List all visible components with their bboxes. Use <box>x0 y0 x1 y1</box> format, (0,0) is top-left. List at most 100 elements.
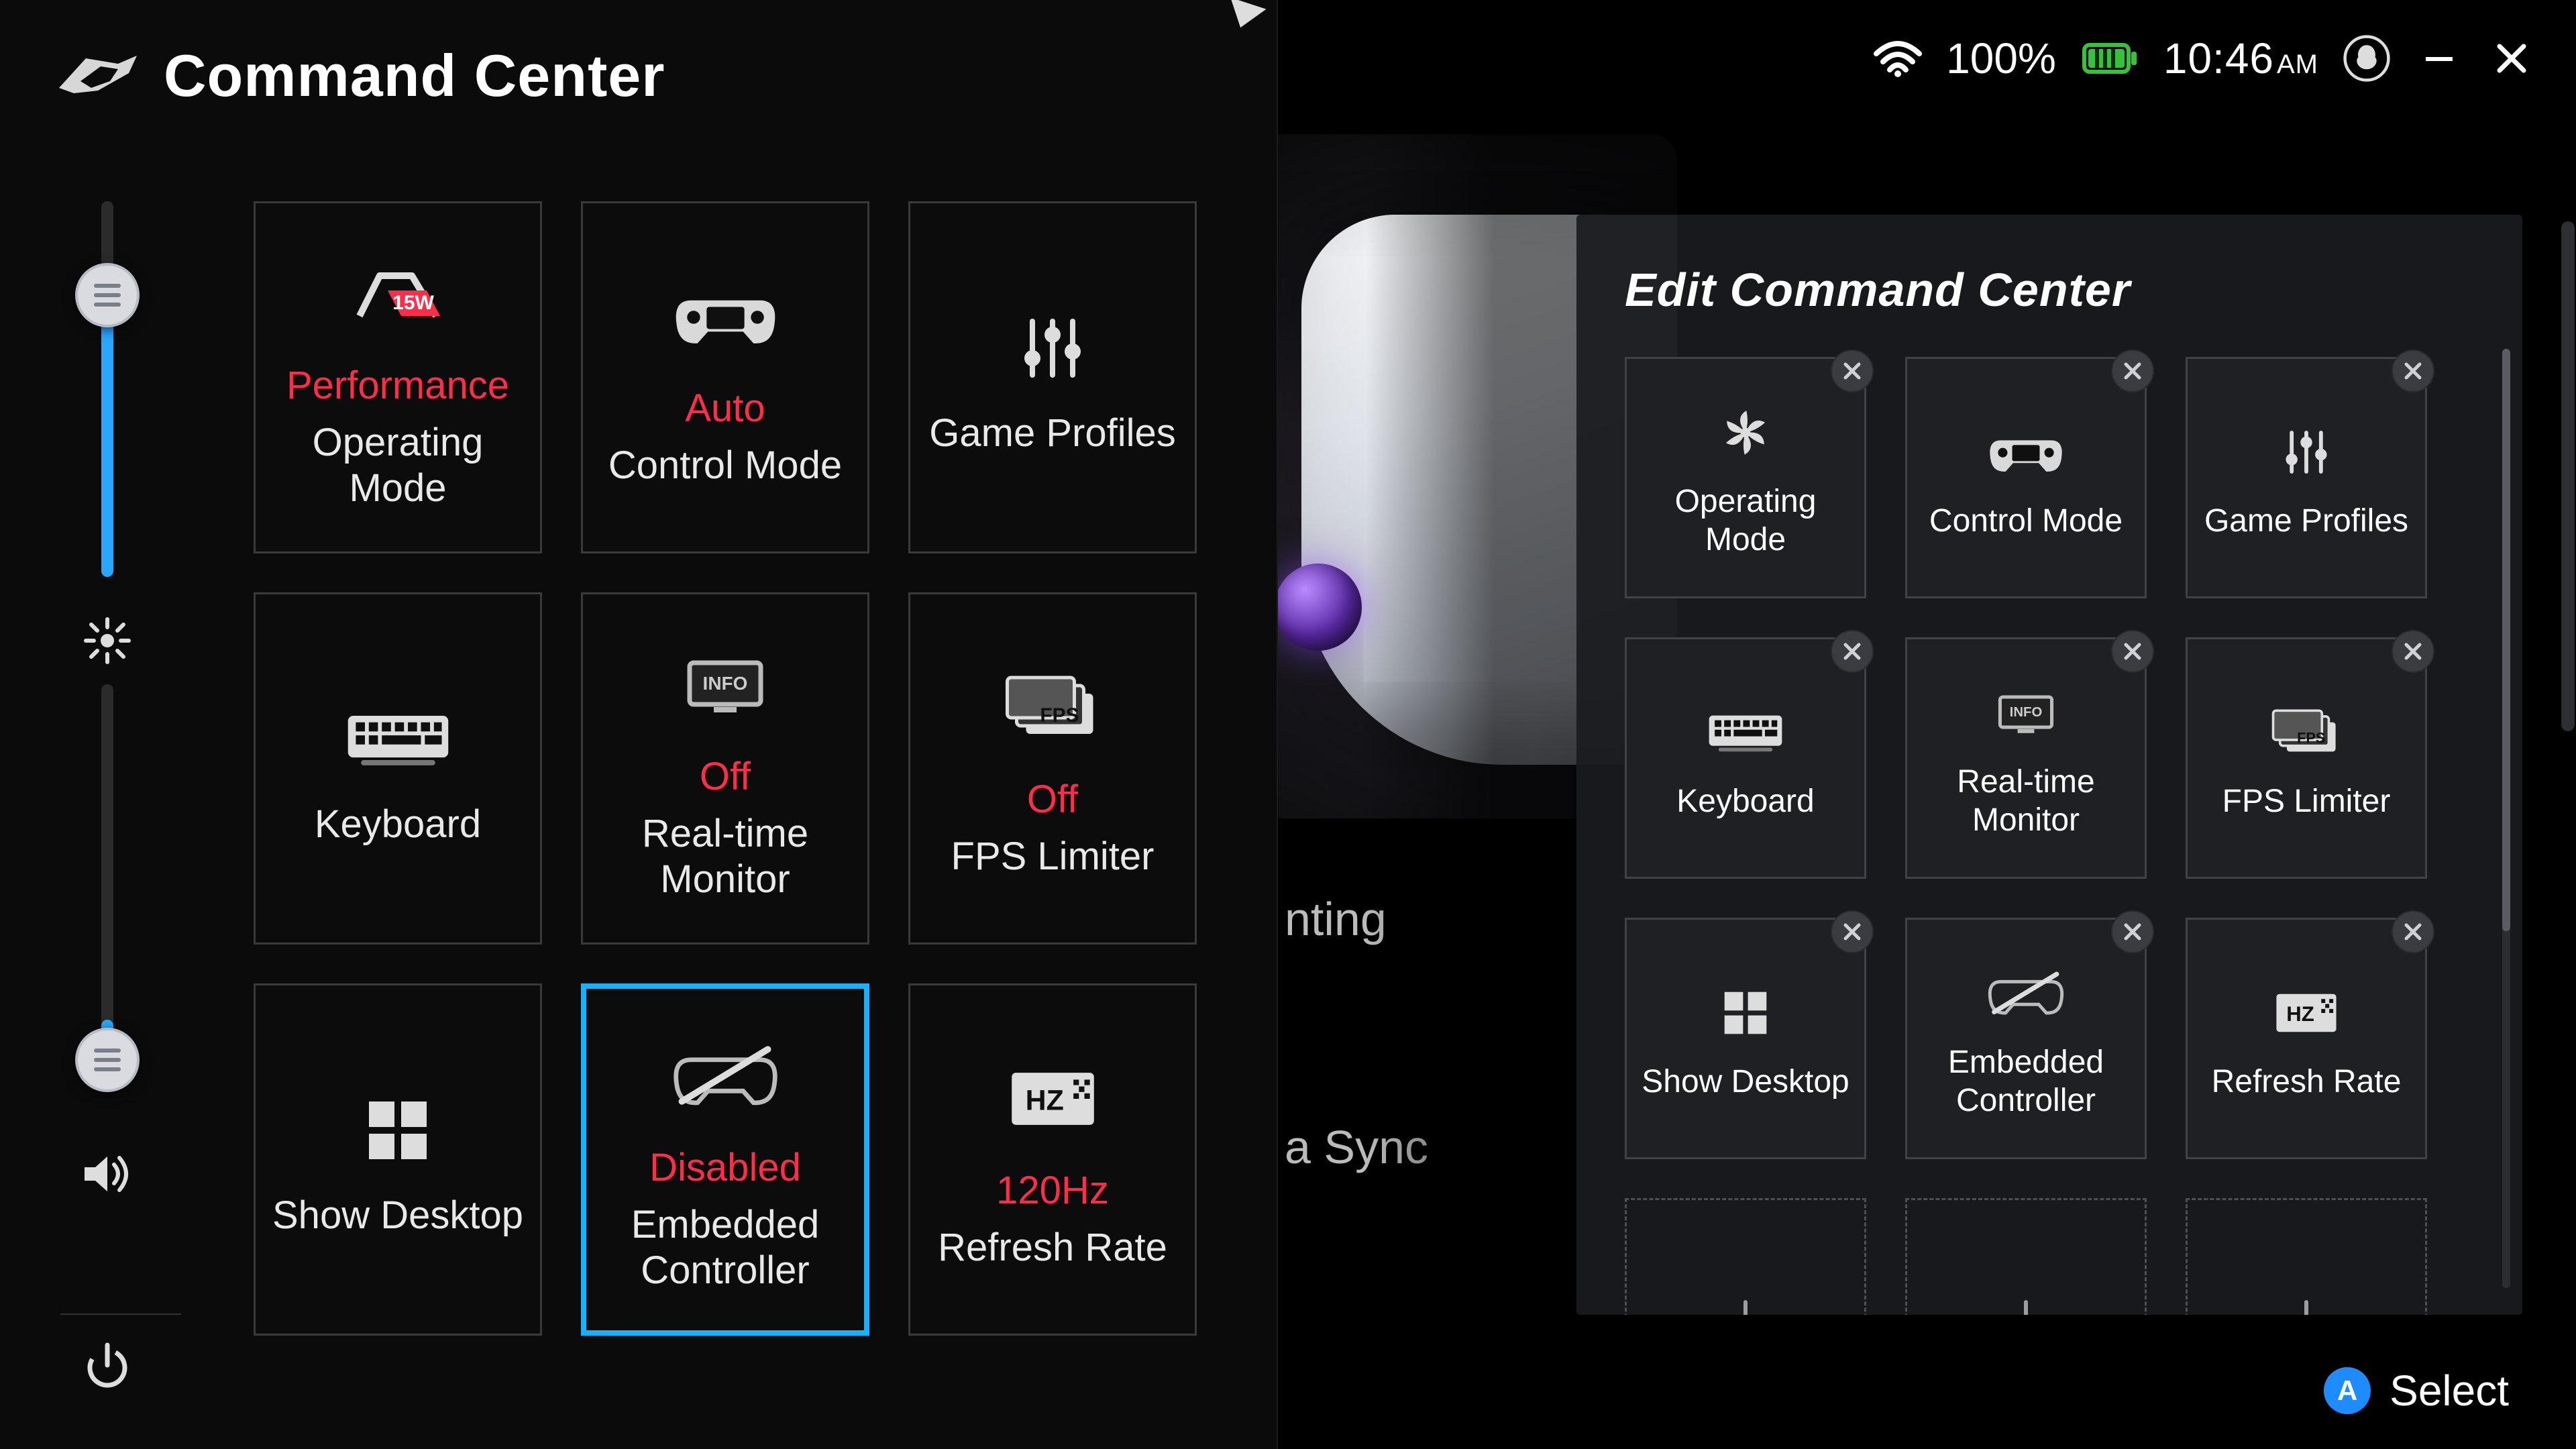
brightness-icon <box>80 614 134 667</box>
close-button[interactable] <box>2487 34 2536 83</box>
edit-tile-label: Control Mode <box>1929 502 2123 541</box>
info-mon-icon: INFO <box>1988 676 2063 750</box>
svg-text:HZ: HZ <box>2286 1002 2314 1026</box>
keyboard-icon <box>1705 696 1786 769</box>
tile-refresh-rate[interactable]: HZ 120Hz Refresh Rate <box>908 983 1197 1336</box>
remove-tile-button[interactable] <box>1831 350 1874 392</box>
tile-show-desktop[interactable]: Show Desktop <box>254 983 542 1336</box>
edit-tile-operating-mode[interactable]: Operating Mode <box>1625 357 1866 598</box>
edit-tile-embedded-controller[interactable]: Embedded Controller <box>1905 918 2147 1159</box>
profile-icon[interactable] <box>2343 34 2391 83</box>
panel-header: Command Center <box>54 42 665 110</box>
desktop-icon <box>1719 976 1772 1050</box>
status-bar: 100% 10:46AM <box>1874 34 2536 83</box>
tile-control-mode[interactable]: Auto Control Mode <box>581 201 869 553</box>
svg-text:FPS: FPS <box>1040 704 1079 727</box>
tile-value: Performance <box>286 363 509 408</box>
svg-text:HZ: HZ <box>1025 1084 1063 1116</box>
tile-label: Keyboard <box>315 802 481 847</box>
tile-embedded-controller[interactable]: Disabled Embedded Controller <box>581 983 869 1336</box>
tiles-grid: 15W Performance Operating Mode Auto Cont… <box>254 201 1197 1336</box>
edit-tile-label: Embedded Controller <box>1917 1044 2135 1120</box>
add-tile-slot[interactable] <box>2186 1198 2427 1315</box>
edit-tile-label: Refresh Rate <box>2212 1063 2402 1102</box>
rail-divider <box>60 1313 181 1315</box>
edit-command-center-panel: Edit Command Center Operating Mode Contr… <box>1576 215 2522 1315</box>
panel-title: Command Center <box>164 42 665 110</box>
tile-operating-mode[interactable]: 15W Performance Operating Mode <box>254 201 542 553</box>
edit-tile-fps-limiter[interactable]: FPS FPS Limiter <box>2186 637 2427 879</box>
remove-tile-button[interactable] <box>2111 350 2154 392</box>
embedded-icon <box>1986 957 2066 1030</box>
select-prompt: A Select <box>2324 1366 2509 1415</box>
brightness-slider-track[interactable] <box>101 201 113 577</box>
brightness-slider-knob[interactable] <box>75 263 140 327</box>
edit-tile-refresh-rate[interactable]: HZ Refresh Rate <box>2186 918 2427 1159</box>
command-center-panel: Command Center 15W Performance Operating… <box>0 0 1278 1449</box>
edit-tile-show-desktop[interactable]: Show Desktop <box>1625 918 1866 1159</box>
tile-value: Off <box>700 754 751 799</box>
edit-tile-label: Operating Mode <box>1636 483 1855 559</box>
edit-panel-scrollbar[interactable] <box>2502 349 2510 1288</box>
tile-label: Game Profiles <box>929 411 1175 456</box>
edit-tile-game-profiles[interactable]: Game Profiles <box>2186 357 2427 598</box>
add-tile-slot[interactable] <box>1905 1198 2147 1315</box>
edit-tile-control-mode[interactable]: Control Mode <box>1905 357 2147 598</box>
remove-tile-button[interactable] <box>1831 630 1874 673</box>
fps-icon: FPS <box>2266 696 2347 769</box>
remove-tile-button[interactable] <box>2392 350 2434 392</box>
rog-logo-icon <box>54 49 141 103</box>
add-tile-slot[interactable] <box>1625 1198 1866 1315</box>
embedded-icon <box>670 1026 781 1126</box>
minimize-button[interactable] <box>2415 34 2463 83</box>
tile-label: Real-time Monitor <box>596 811 854 903</box>
edit-tile-label: Keyboard <box>1676 783 1814 821</box>
edit-tile-label: Real-time Monitor <box>1917 763 2135 839</box>
tile-value: Auto <box>685 386 765 431</box>
remove-tile-button[interactable] <box>2111 630 2154 673</box>
edit-tile-realtime-monitor[interactable]: INFO Real-time Monitor <box>1905 637 2147 879</box>
remove-tile-button[interactable] <box>2392 910 2434 953</box>
remove-tile-button[interactable] <box>2392 630 2434 673</box>
plus-icon <box>2283 1295 2330 1315</box>
tile-realtime-monitor[interactable]: INFO Off Real-time Monitor <box>581 592 869 945</box>
edit-tile-keyboard[interactable]: Keyboard <box>1625 637 1866 879</box>
edit-tile-label: Show Desktop <box>1642 1063 1849 1102</box>
tile-label: FPS Limiter <box>951 834 1155 879</box>
gamepad-icon <box>670 266 781 367</box>
desktop-icon <box>361 1080 435 1181</box>
tile-label: Control Mode <box>608 443 842 488</box>
page-scrollbar[interactable] <box>2561 221 2575 731</box>
gamepad-icon <box>1986 415 2066 489</box>
fan-icon <box>1719 396 1772 470</box>
plus-icon <box>2002 1295 2049 1315</box>
tile-keyboard[interactable]: Keyboard <box>254 592 542 945</box>
volume-slider-knob[interactable] <box>75 1028 140 1092</box>
sliders-icon <box>1016 298 1089 398</box>
edit-tile-label: Game Profiles <box>2204 502 2408 541</box>
svg-text:15W: 15W <box>392 292 434 314</box>
info-mon-icon: INFO <box>674 635 777 735</box>
volume-icon <box>80 1147 134 1201</box>
remove-tile-button[interactable] <box>1831 910 1874 953</box>
plus-icon <box>1722 1295 1769 1315</box>
power-button[interactable] <box>77 1335 138 1395</box>
a-button-badge-icon: A <box>2324 1367 2371 1414</box>
volume-slider-track[interactable] <box>101 684 113 1060</box>
side-rail <box>67 201 148 1368</box>
panel-collapse-arrow-icon[interactable] <box>1222 0 1266 34</box>
remove-tile-button[interactable] <box>2111 910 2154 953</box>
clock: 10:46AM <box>2163 34 2318 83</box>
tile-value: Off <box>1027 777 1078 822</box>
svg-text:INFO: INFO <box>703 673 748 694</box>
tile-value: 120Hz <box>996 1168 1109 1213</box>
tile-label: Refresh Rate <box>938 1225 1167 1271</box>
tile-game-profiles[interactable]: Game Profiles <box>908 201 1197 553</box>
wifi-icon <box>1874 39 1922 78</box>
svg-text:INFO: INFO <box>2010 705 2043 720</box>
tile-label: Embedded Controller <box>600 1202 851 1294</box>
power-mode-icon: 15W <box>346 244 449 344</box>
edit-panel-title: Edit Command Center <box>1625 263 2475 317</box>
sliders-icon <box>2279 415 2333 489</box>
tile-fps-limiter[interactable]: FPS Off FPS Limiter <box>908 592 1197 945</box>
